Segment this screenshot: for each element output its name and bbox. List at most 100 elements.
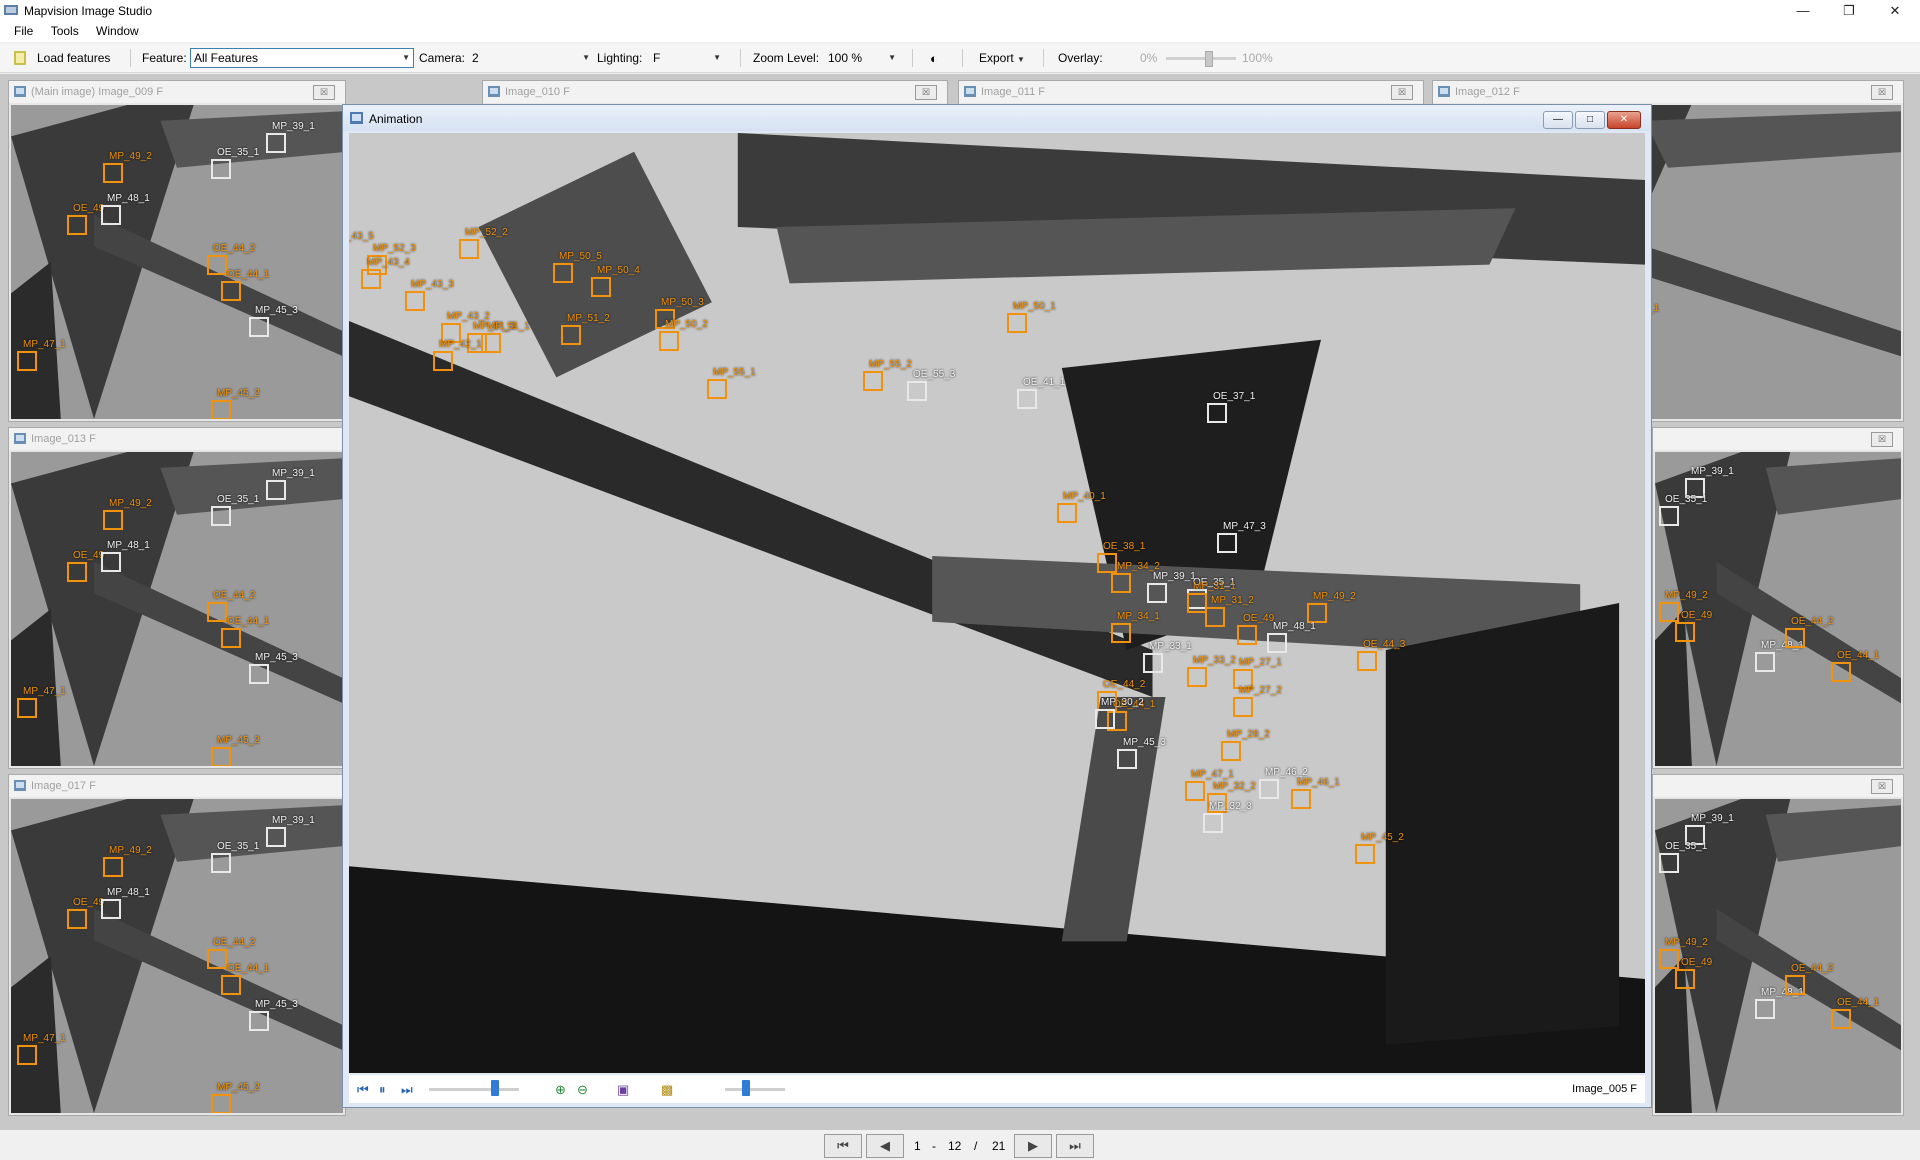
feature-marker[interactable] [1237,625,1257,645]
feature-marker[interactable] [249,1011,269,1031]
feature-marker[interactable] [221,975,241,995]
feature-marker[interactable] [361,269,381,289]
animation-window-header[interactable]: Animation — □ ✕ [343,105,1651,131]
image-window[interactable]: ☒ MP_39_1 OE_35_1 MP_49_2 OE_49 MP_48_1 OE_44… [1652,774,1904,1116]
feature-marker[interactable] [591,277,611,297]
feature-marker[interactable] [561,325,581,345]
feature-marker[interactable] [1187,667,1207,687]
lighting-select[interactable]: F ▼ [653,51,723,69]
restore-window-button[interactable]: ❐ [1826,0,1872,22]
feature-marker[interactable] [907,381,927,401]
frame-slider-track[interactable] [725,1088,785,1091]
feature-marker[interactable] [266,827,286,847]
load-features-button[interactable]: Load features [37,51,110,65]
feature-marker[interactable] [1185,781,1205,801]
feature-marker[interactable] [103,510,123,530]
feature-marker[interactable] [249,317,269,337]
feature-marker[interactable] [1097,553,1117,573]
feature-marker[interactable] [1111,623,1131,643]
speed-slider-track[interactable] [429,1088,519,1091]
feature-marker[interactable] [1207,403,1227,423]
feature-marker[interactable] [1017,389,1037,409]
feature-marker[interactable] [1355,844,1375,864]
close-icon[interactable]: ☒ [1871,779,1893,794]
feature-marker[interactable] [211,159,231,179]
feature-marker[interactable] [659,331,679,351]
feature-marker[interactable] [1675,622,1695,642]
feature-marker[interactable] [1117,749,1137,769]
save-icon[interactable]: ▩ [661,1082,673,1098]
image-window[interactable]: Image_017 F MP_39_1 OE_35_1 MP_49_2 OE_49 MP… [8,774,346,1116]
image-viewport[interactable]: MP_39_1OE_35_1MP_49_2OE_49MP_48_1OE_44_2… [1655,452,1901,766]
menu-tools[interactable]: Tools [51,22,79,40]
last-page-icon[interactable]: ⏭ [1056,1134,1094,1158]
speed-slider-thumb[interactable] [490,1080,499,1096]
image-window[interactable]: Image_013 F MP_39_1 OE_35_1 MP_49_2 OE_49 MP… [8,427,346,769]
feature-marker[interactable] [1659,949,1679,969]
feature-marker[interactable] [405,291,425,311]
close-icon[interactable]: ☒ [1391,85,1413,100]
skip-back-icon[interactable]: ⏮ [357,1082,369,1098]
menu-file[interactable]: File [14,22,33,40]
minimize-icon[interactable]: — [1543,111,1573,129]
feature-marker[interactable] [103,857,123,877]
animation-window[interactable]: Animation — □ ✕ MP_56_1OE_56_2MP_53_1MP_… [342,104,1652,1108]
close-icon[interactable]: ☒ [1871,85,1893,100]
feature-marker[interactable] [221,281,241,301]
feature-marker[interactable] [1755,652,1775,672]
maximize-icon[interactable]: □ [1575,111,1605,129]
feature-marker[interactable] [17,351,37,371]
feature-marker[interactable] [707,379,727,399]
feature-marker[interactable] [221,628,241,648]
feature-marker[interactable] [1755,999,1775,1019]
pager-current[interactable]: 12 [948,1139,961,1153]
feature-marker[interactable] [211,1094,231,1113]
feature-marker[interactable] [1291,789,1311,809]
image-window[interactable]: ☒ MP_39_1 OE_35_1 MP_49_2 OE_49 MP_48_1 OE_44… [1652,427,1904,769]
feature-marker[interactable] [211,853,231,873]
feature-marker[interactable] [1675,969,1695,989]
feature-marker[interactable] [553,263,573,283]
image-viewport[interactable]: MP_39_1OE_35_1MP_49_2OE_49MP_48_1OE_44_2… [11,105,343,419]
zoom-out-icon[interactable]: ⊖ [577,1082,588,1098]
feature-marker[interactable] [459,239,479,259]
feature-marker[interactable] [1057,503,1077,523]
feature-marker[interactable] [1217,533,1237,553]
feature-marker[interactable] [249,664,269,684]
export-menu-button[interactable]: Export ▼ [979,51,1039,69]
feature-marker[interactable] [207,949,227,969]
feature-marker[interactable] [207,602,227,622]
close-icon[interactable]: ☒ [313,85,335,100]
first-page-icon[interactable]: ⏮ [824,1134,862,1158]
frame-slider-thumb[interactable] [742,1080,750,1096]
overlay-slider-thumb[interactable] [1205,51,1213,67]
feature-marker[interactable] [1785,628,1805,648]
feature-marker[interactable] [863,371,883,391]
feature-marker[interactable] [1143,653,1163,673]
feature-marker[interactable] [1259,779,1279,799]
feature-marker[interactable] [211,506,231,526]
feature-marker[interactable] [1831,1009,1851,1029]
feature-marker[interactable] [1205,607,1225,627]
previous-page-icon[interactable]: ◀ [866,1134,904,1158]
pause-icon[interactable]: ⏸ [379,1082,386,1098]
feature-select[interactable]: All Features ▼ [190,48,414,68]
feature-marker[interactable] [1147,583,1167,603]
feature-marker[interactable] [1659,602,1679,622]
feature-marker[interactable] [1007,313,1027,333]
feature-marker[interactable] [266,133,286,153]
close-icon[interactable]: ✕ [1607,111,1641,129]
feature-marker[interactable] [207,255,227,275]
feature-marker[interactable] [1659,506,1679,526]
feature-marker[interactable] [101,552,121,572]
close-window-button[interactable]: ✕ [1872,0,1918,22]
skip-forward-icon[interactable]: ⏭ [401,1082,413,1098]
feature-marker[interactable] [1221,741,1241,761]
feature-marker[interactable] [1203,813,1223,833]
next-page-icon[interactable]: ▶ [1014,1134,1052,1158]
image-viewport[interactable]: MP_39_1OE_35_1MP_49_2OE_49MP_48_1OE_44_2… [11,799,343,1113]
close-icon[interactable]: ☒ [1871,432,1893,447]
feature-marker[interactable] [17,1045,37,1065]
feature-marker[interactable] [211,400,231,419]
feature-marker[interactable] [67,562,87,582]
